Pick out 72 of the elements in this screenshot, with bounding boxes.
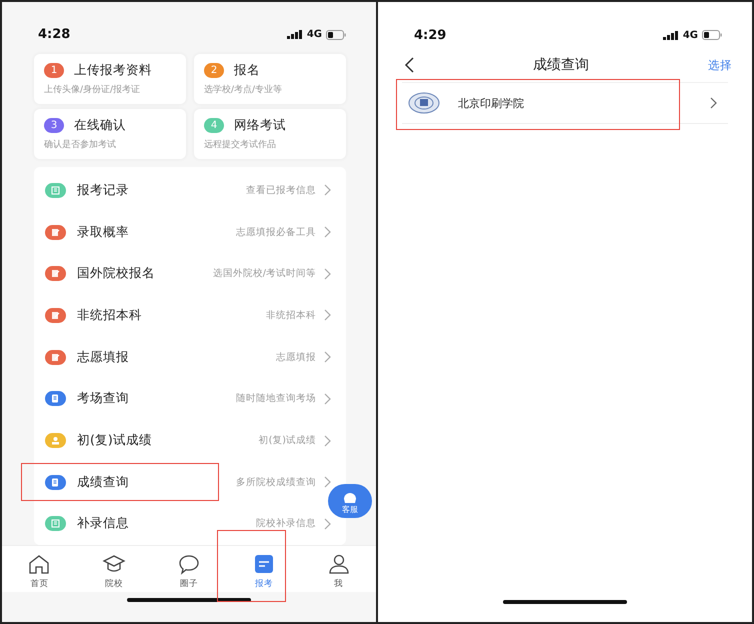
step-subtitle: 确认是否参加考试 [44,138,117,151]
status-time: 4:28 [38,27,70,42]
menu-title: 非统招本科 [77,306,142,324]
step-card[interactable]: 4 网络考试 远程提交考试作品 [194,108,346,159]
menu-title: 成绩查询 [77,474,129,491]
menu-hint: 非统招本科 [266,308,316,322]
network-label: 4G [682,30,698,40]
step-title: 上传报考资料 [74,62,152,79]
step-subtitle: 选学校/考点/专业等 [204,84,284,96]
school-name: 北京印刷学院 [458,96,524,110]
menu-title: 志愿填报 [77,348,129,366]
chevron-right-icon [324,268,332,280]
chevron-right-icon [324,518,332,530]
menu-title: 初(复)试成绩 [77,432,152,450]
chevron-right-icon [324,226,332,238]
menu-item[interactable]: 志愿填报 志愿填报 [34,336,334,378]
step-title: 网络考试 [234,116,286,134]
menu-hint: 选国外院校/考试时间等 [212,267,316,280]
step-title: 报名 [234,62,260,79]
menu-item[interactable]: 初(复)试成绩 初(复)试成绩 [34,420,334,462]
step-number: 1 [44,62,64,78]
step-subtitle: 远程提交考试作品 [204,138,277,151]
menu-item[interactable]: 非统招本科 非统招本科 [34,294,334,336]
menu-hint: 初(复)试成绩 [258,434,316,448]
status-time: 4:29 [414,28,446,42]
step-number: 3 [44,118,64,133]
emblem-icon [408,92,440,114]
tab[interactable]: 报考 [226,546,302,592]
step-number: 2 [204,62,224,78]
menu-item[interactable]: 考场查询 随时随地查询考场 [34,378,334,420]
network-label: 4G [306,29,322,40]
tab[interactable]: 院校 [76,546,152,592]
step-card[interactable]: 3 在线确认 确认是否参加考试 [34,108,186,159]
chevron-right-icon [324,434,332,447]
chevron-right-icon [324,184,332,196]
chevron-right-icon [710,97,718,109]
step-subtitle: 上传头像/身份证/报考证 [44,84,142,96]
menu-hint: 多所院校成绩查询 [236,476,316,489]
menu-hint: 院校补录信息 [256,517,316,530]
menu-title: 补录信息 [77,515,129,532]
select-button[interactable]: 选择 [708,58,732,72]
step-number: 4 [204,118,224,133]
battery-icon [702,30,722,40]
chevron-right-icon [324,476,332,488]
menu-hint: 志愿填报必备工具 [236,226,316,239]
chevron-right-icon [324,309,332,322]
back-icon[interactable] [404,57,414,73]
tab[interactable]: 圈子 [152,546,226,592]
battery-icon [326,30,346,40]
tab[interactable]: 首页 [2,546,77,592]
menu-hint: 查看已报考信息 [246,184,316,197]
signal-icon [286,30,303,40]
page-title: 成绩查询 [532,56,590,74]
chevron-right-icon [324,351,332,364]
menu-hint: 随时随地查询考场 [236,392,316,406]
menu-title: 录取概率 [77,224,129,241]
step-card[interactable]: 1 上传报考资料 上传头像/身份证/报考证 [34,54,186,104]
support-button[interactable]: 客服 [328,484,372,518]
menu-title: 考场查询 [77,390,129,408]
chevron-right-icon [324,392,332,405]
menu-item[interactable]: 录取概率 志愿填报必备工具 [34,211,334,253]
tab[interactable]: 我 [301,546,376,592]
school-row[interactable]: 北京印刷学院 [402,82,728,124]
step-title: 在线确认 [74,116,126,134]
menu-item[interactable]: 报考记录 查看已报考信息 [34,170,334,212]
step-card[interactable]: 2 报名 选学校/考点/专业等 [194,54,346,104]
agent-icon [342,491,358,504]
menu-item[interactable]: 国外院校报名 选国外院校/考试时间等 [34,252,334,295]
menu-title: 国外院校报名 [77,265,155,282]
signal-icon [662,30,679,40]
menu-title: 报考记录 [77,182,129,199]
menu-hint: 志愿填报 [276,350,316,364]
